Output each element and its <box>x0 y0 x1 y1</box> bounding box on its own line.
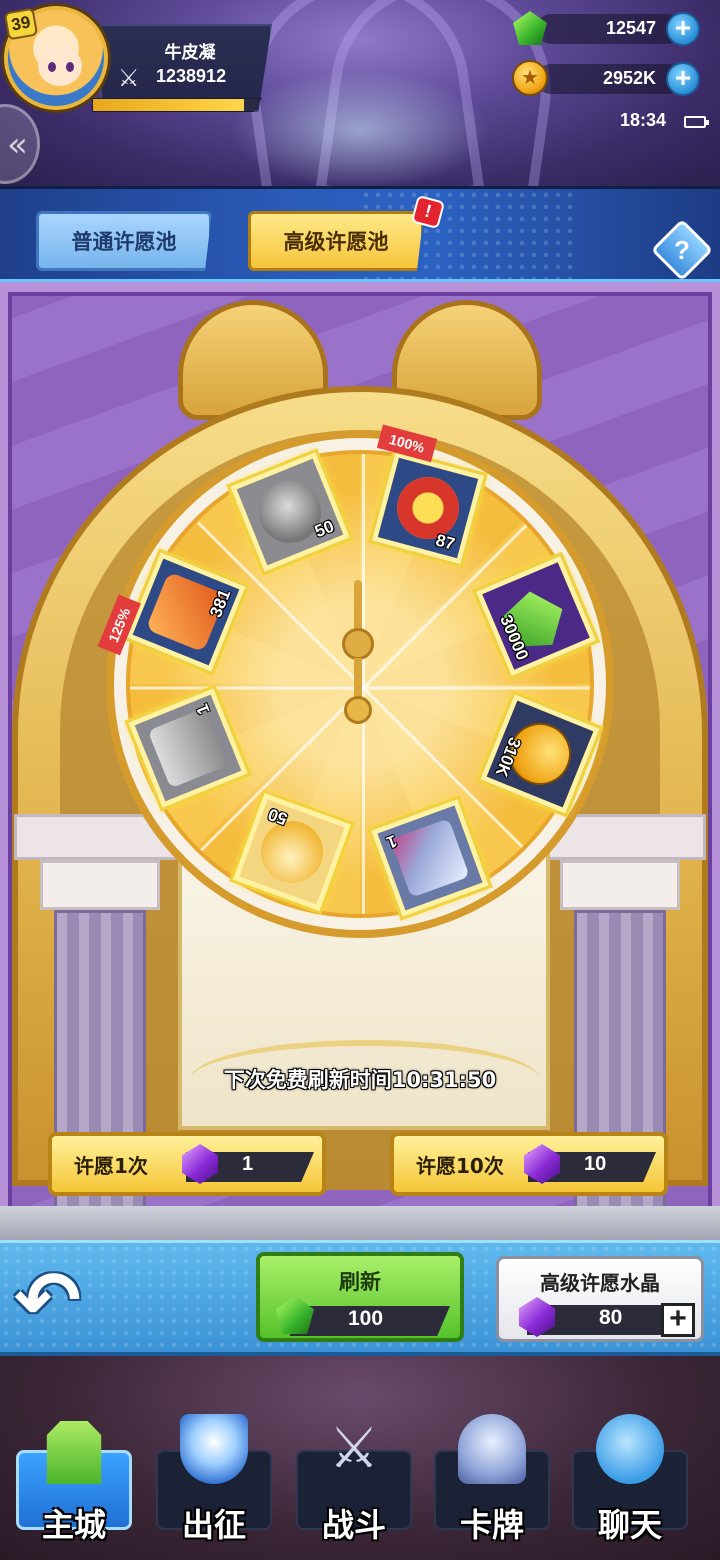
shield-icon <box>180 1414 248 1484</box>
add-gold-button[interactable]: + <box>666 62 700 96</box>
wheel-pointer <box>336 580 380 724</box>
crossed-swords-icon: ⚔ <box>328 1416 380 1481</box>
nav-label-battle: 战斗 <box>321 1506 386 1544</box>
nav-item-battle[interactable]: ⚔ 战斗 <box>290 1410 418 1550</box>
nav-label-home: 主城 <box>41 1506 106 1544</box>
gold-coin-icon: ★ <box>510 58 550 98</box>
wish-once-button[interactable]: 许愿1次 1 <box>48 1132 326 1196</box>
advanced-crystal-panel: 高级许愿水晶 80 + <box>496 1256 704 1342</box>
nav-label-chat: 聊天 <box>597 1506 662 1544</box>
green-gem-icon <box>276 1296 314 1334</box>
experience-bar-fill <box>93 99 245 111</box>
wish-once-label: 许愿1次 <box>74 1154 148 1178</box>
armor-icon <box>147 707 229 789</box>
gold-count: 2952K <box>602 68 656 88</box>
refresh-button[interactable]: 刷新 100 <box>256 1252 464 1342</box>
pool-tabs-bar: 普通许愿池 高级许愿池 <box>0 186 720 282</box>
nav-item-expedition[interactable]: 出征 <box>150 1410 278 1550</box>
advanced-crystal-count: 80 <box>599 1306 623 1329</box>
avatar-eye-left <box>48 62 56 72</box>
gold-resource: ★ 2952K + <box>510 60 700 96</box>
combat-power-value: 1238912 <box>156 66 227 86</box>
next-free-refresh-timer: 下次免费刷新时间10:31:50 <box>223 1068 497 1092</box>
tab-advanced-pool[interactable]: 高级许愿池 <box>248 211 424 271</box>
avatar-eye-right <box>66 62 74 72</box>
nav-item-home[interactable]: 主城 <box>10 1410 138 1550</box>
nav-label-expedition: 出征 <box>181 1506 246 1544</box>
add-crystal-button[interactable]: + <box>661 1303 695 1337</box>
nav-item-cards[interactable]: 卡牌 <box>428 1410 556 1550</box>
hero-portrait-icon <box>252 812 332 892</box>
wish-ten-cost: 10 <box>584 1153 607 1175</box>
wish-once-cost: 1 <box>242 1153 254 1175</box>
player-level-badge: 39 <box>3 7 39 41</box>
question-mark-icon: ? <box>674 235 690 265</box>
crossed-swords-icon: ⚔ <box>118 64 140 92</box>
refresh-cost: 100 <box>348 1307 384 1330</box>
experience-bar <box>92 98 262 112</box>
back-button[interactable]: ↶ <box>14 1261 118 1341</box>
battery-icon <box>684 116 709 128</box>
chat-bubble-icon <box>596 1414 664 1484</box>
double-chevron-icon: « <box>7 125 28 165</box>
advanced-crystal-label: 高级许愿水晶 <box>540 1271 660 1295</box>
castle-icon <box>46 1421 102 1484</box>
gem-resource: 12547 + <box>510 10 700 46</box>
back-arrow-icon: ↶ <box>14 1254 82 1347</box>
nav-item-chat[interactable]: 聊天 <box>566 1410 694 1550</box>
nav-label-cards: 卡牌 <box>459 1506 524 1544</box>
window-glow <box>230 70 490 190</box>
player-name: 牛皮凝 <box>164 43 216 63</box>
wish-ten-label: 许愿10次 <box>416 1154 504 1178</box>
gem-count: 12547 <box>605 18 656 38</box>
helmet-icon <box>458 1414 526 1484</box>
tab-normal-pool[interactable]: 普通许愿池 <box>36 211 212 271</box>
wish-ten-button[interactable]: 许愿10次 10 <box>390 1132 668 1196</box>
add-gems-button[interactable]: + <box>666 12 700 46</box>
crystal-chest-icon <box>390 818 470 898</box>
status-time: 18:34 <box>619 110 666 130</box>
refresh-label: 刷新 <box>339 1270 381 1294</box>
wheel-item-quantity: 87 <box>433 530 457 554</box>
avatar-face <box>38 46 82 86</box>
stage-floor <box>0 1206 720 1242</box>
green-gem-icon <box>510 8 550 48</box>
